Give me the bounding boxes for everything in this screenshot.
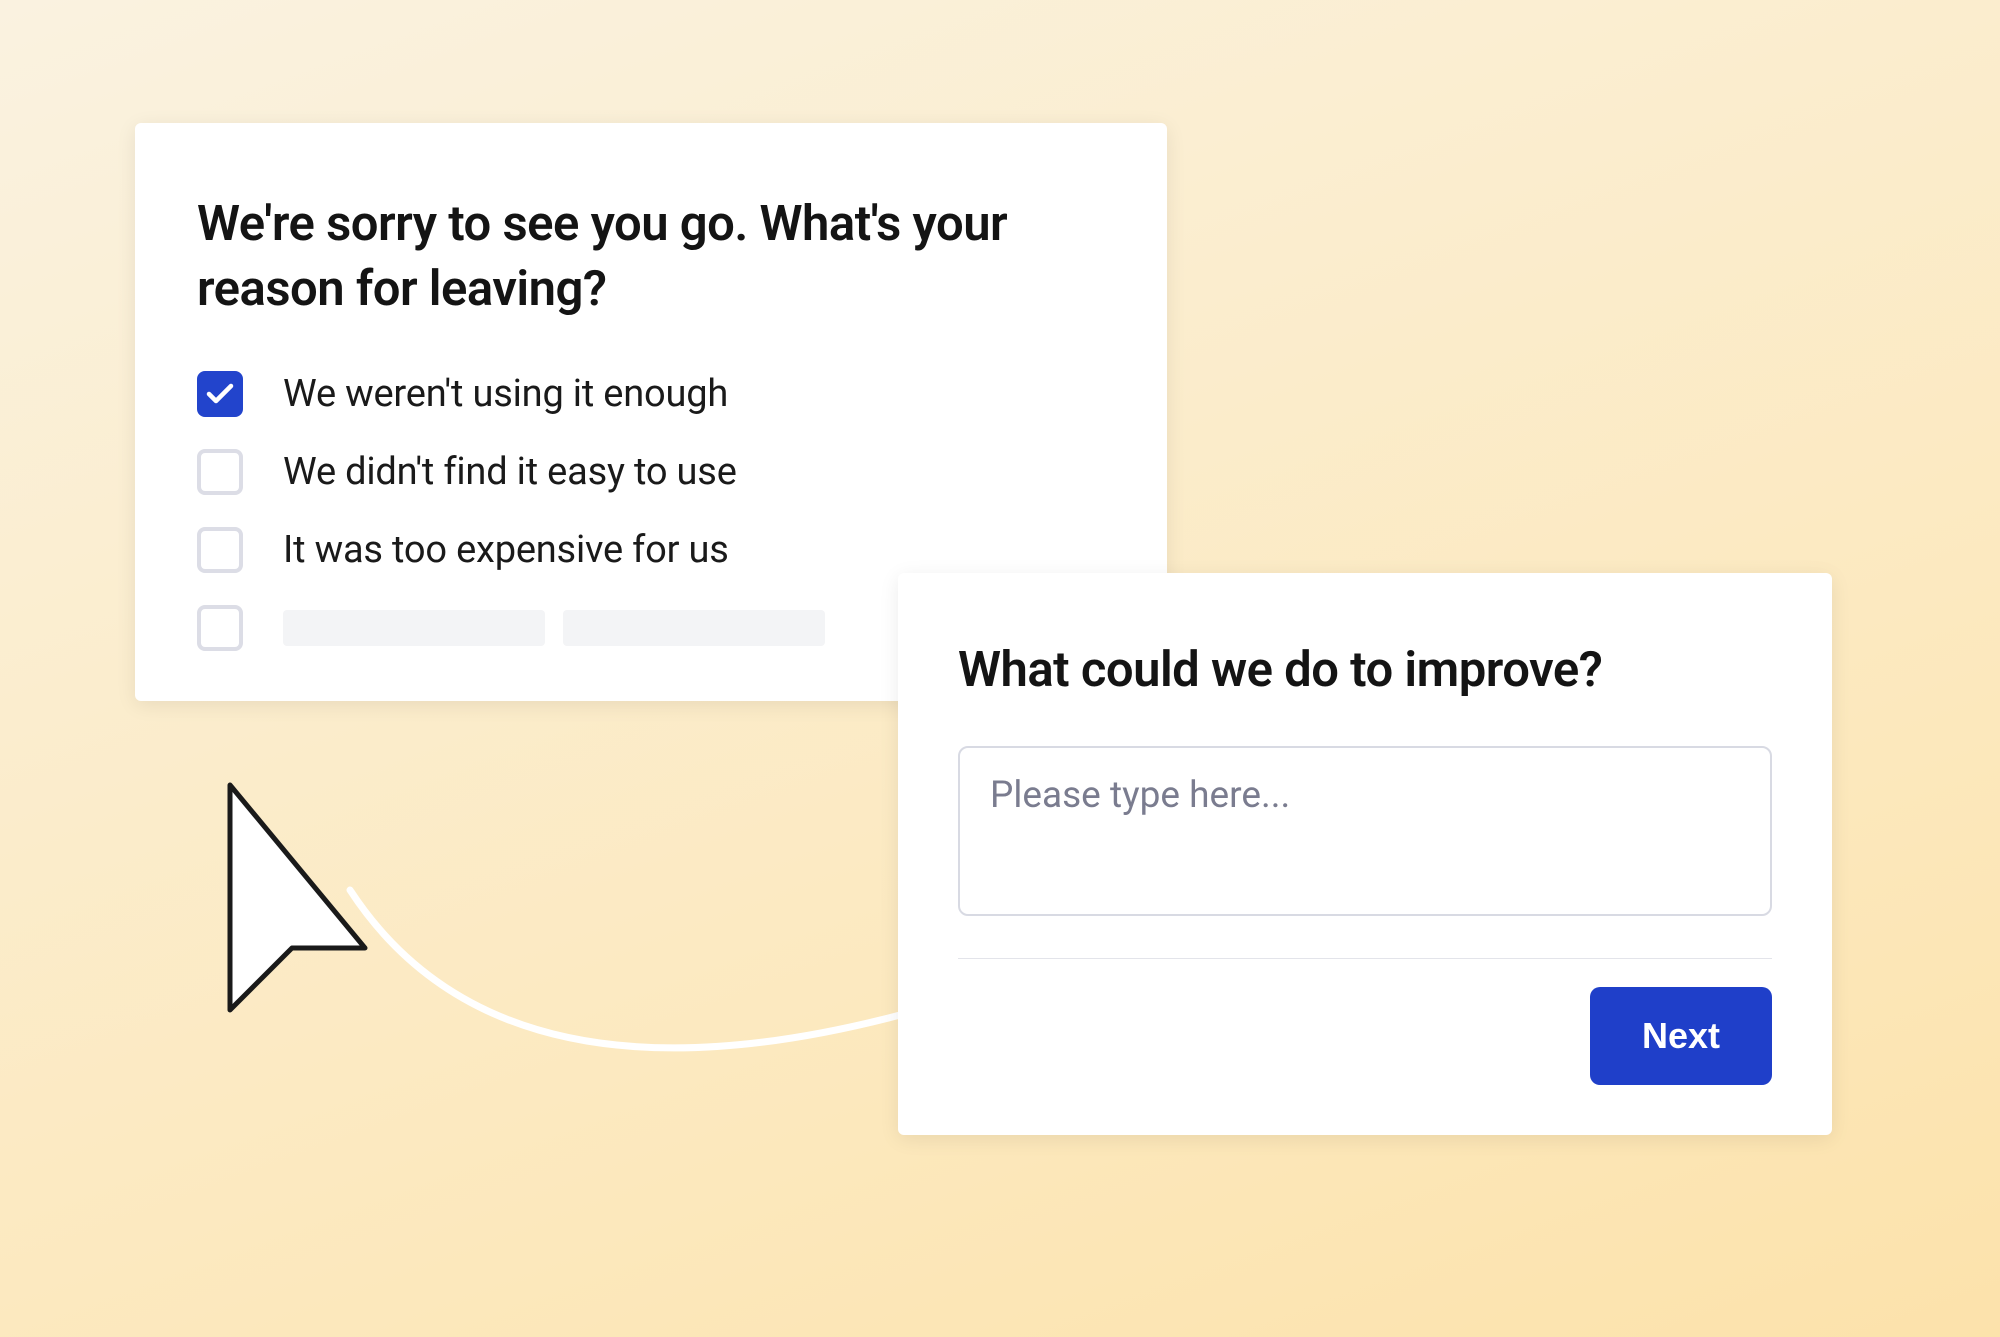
card-footer: Next xyxy=(958,987,1772,1085)
checkbox-unchecked[interactable] xyxy=(197,605,243,651)
feedback-input[interactable] xyxy=(958,746,1772,916)
next-button[interactable]: Next xyxy=(1590,987,1772,1085)
exit-reason-title: We're sorry to see you go. What's your r… xyxy=(197,191,1105,321)
connector-curve xyxy=(280,880,980,1140)
checkbox-unchecked[interactable] xyxy=(197,449,243,495)
option-not-using-enough[interactable]: We weren't using it enough xyxy=(197,371,1105,417)
checkbox-unchecked[interactable] xyxy=(197,527,243,573)
option-label: It was too expensive for us xyxy=(283,528,729,572)
divider xyxy=(958,958,1772,959)
improve-title: What could we do to improve? xyxy=(958,637,1772,702)
check-icon xyxy=(206,383,234,405)
option-label: We didn't find it easy to use xyxy=(283,450,737,494)
placeholder-bar xyxy=(283,610,545,646)
placeholder-bar xyxy=(563,610,825,646)
option-not-easy[interactable]: We didn't find it easy to use xyxy=(197,449,1105,495)
option-label: We weren't using it enough xyxy=(283,372,728,416)
improve-feedback-card: What could we do to improve? Next xyxy=(898,573,1832,1135)
checkbox-checked[interactable] xyxy=(197,371,243,417)
cursor-icon xyxy=(200,780,420,1080)
option-too-expensive[interactable]: It was too expensive for us xyxy=(197,527,1105,573)
